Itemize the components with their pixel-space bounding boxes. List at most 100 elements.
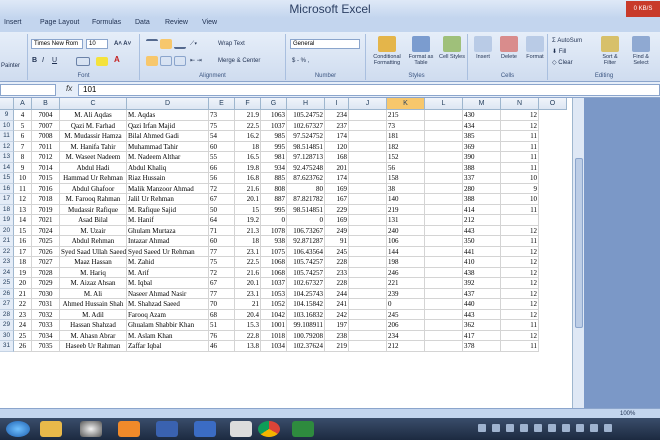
cell-k[interactable]: 234 [387, 330, 425, 341]
column-header-l[interactable]: L [425, 98, 463, 110]
cell-a[interactable]: 24 [14, 320, 32, 331]
column-header-e[interactable]: E [209, 98, 235, 110]
cell-j[interactable] [349, 299, 387, 310]
cell-f[interactable]: 21.3 [235, 225, 261, 236]
cell-a[interactable]: 5 [14, 120, 32, 131]
cell-j[interactable] [349, 194, 387, 205]
cell-b[interactable]: 7025 [32, 236, 60, 247]
cell-n[interactable]: 11 [501, 131, 539, 142]
cell-i[interactable]: 238 [325, 330, 349, 341]
cell-m[interactable]: 437 [463, 288, 501, 299]
cell-j[interactable] [349, 278, 387, 289]
cell-l[interactable] [425, 299, 463, 310]
cell-e[interactable]: 72 [209, 267, 235, 278]
cell-m[interactable]: 441 [463, 246, 501, 257]
cell-d[interactable]: Qazi Irfan Majid [127, 120, 209, 131]
cell-a[interactable]: 9 [14, 162, 32, 173]
cell-n[interactable]: 11 [501, 141, 539, 152]
cell-k[interactable]: 158 [387, 173, 425, 184]
cell-n[interactable]: 12 [501, 225, 539, 236]
cell-d[interactable]: M. Zahid [127, 257, 209, 268]
file-icon[interactable] [230, 421, 252, 437]
row-header[interactable]: 27 [0, 299, 14, 310]
cell-m[interactable]: 390 [463, 152, 501, 163]
cell-g[interactable]: 995 [261, 141, 287, 152]
cell-m[interactable]: 350 [463, 236, 501, 247]
cell-k[interactable]: 144 [387, 246, 425, 257]
cell-d[interactable]: Zaffar Iqbal [127, 341, 209, 352]
cell-k[interactable]: 221 [387, 278, 425, 289]
cell-g[interactable]: 887 [261, 194, 287, 205]
cell-c[interactable]: Hammad Ur Rehman [60, 173, 127, 184]
cell-k[interactable]: 245 [387, 309, 425, 320]
cell-a[interactable]: 22 [14, 299, 32, 310]
column-header-h[interactable]: H [287, 98, 325, 110]
cell-g[interactable]: 0 [261, 215, 287, 226]
document-icon[interactable] [194, 421, 216, 437]
cell-j[interactable] [349, 236, 387, 247]
cell-g[interactable]: 1037 [261, 120, 287, 131]
cell-c[interactable]: Maaz Hassan [60, 257, 127, 268]
align-top-icon[interactable] [146, 39, 158, 49]
accounting-format-icon[interactable]: $ - % , [292, 57, 309, 65]
cell-m[interactable]: 212 [463, 215, 501, 226]
cell-j[interactable] [349, 204, 387, 215]
cell-g[interactable]: 1052 [261, 299, 287, 310]
cell-a[interactable]: 17 [14, 246, 32, 257]
cell-f[interactable]: 20.1 [235, 194, 261, 205]
bold-icon[interactable]: B [32, 57, 37, 65]
cell-f[interactable]: 23.1 [235, 246, 261, 257]
cell-g[interactable]: 1068 [261, 257, 287, 268]
column-header-f[interactable]: F [235, 98, 261, 110]
cell-b[interactable]: 7030 [32, 288, 60, 299]
cell-e[interactable]: 55 [209, 152, 235, 163]
cell-b[interactable]: 7028 [32, 267, 60, 278]
cell-n[interactable]: 10 [501, 173, 539, 184]
font-color-icon[interactable]: A [114, 56, 120, 64]
cell-a[interactable]: 23 [14, 309, 32, 320]
cell-c[interactable]: Abdul Rehman [60, 236, 127, 247]
cell-h[interactable]: 0 [287, 215, 325, 226]
orientation-icon[interactable]: ⟋▾ [190, 40, 197, 48]
cell-d[interactable]: Muhammad Tahir [127, 141, 209, 152]
cell-l[interactable] [425, 215, 463, 226]
cell-n[interactable]: 11 [501, 152, 539, 163]
cell-n[interactable]: 12 [501, 246, 539, 257]
cell-h[interactable]: 103.16832 [287, 309, 325, 320]
cell-f[interactable]: 16.8 [235, 173, 261, 184]
cell-h[interactable]: 106.73267 [287, 225, 325, 236]
cell-j[interactable] [349, 225, 387, 236]
cell-c[interactable]: M. Adil [60, 309, 127, 320]
cell-m[interactable]: 443 [463, 225, 501, 236]
cell-m[interactable]: 337 [463, 173, 501, 184]
cell-j[interactable] [349, 246, 387, 257]
row-header[interactable]: 18 [0, 204, 14, 215]
indent-icon[interactable]: ⇤ ⇥ [190, 57, 202, 65]
cell-f[interactable]: 15 [235, 204, 261, 215]
align-middle-icon[interactable] [160, 39, 172, 49]
cell-i[interactable]: 174 [325, 173, 349, 184]
cell-d[interactable]: M. Shahzad Saeed [127, 299, 209, 310]
media-player-icon[interactable] [80, 421, 102, 437]
tray-icon[interactable] [562, 424, 570, 432]
cell-a[interactable]: 4 [14, 110, 32, 121]
cell-m[interactable]: 388 [463, 194, 501, 205]
cell-h[interactable]: 98.514851 [287, 141, 325, 152]
vertical-scrollbar[interactable] [572, 98, 584, 408]
excel-icon[interactable] [292, 421, 314, 437]
cell-h[interactable]: 98.514851 [287, 204, 325, 215]
cell-c[interactable]: Abdul Hadi [60, 162, 127, 173]
cell-h[interactable]: 105.74257 [287, 257, 325, 268]
cell-a[interactable]: 14 [14, 215, 32, 226]
align-right-icon[interactable] [174, 56, 186, 66]
cell-a[interactable]: 16 [14, 236, 32, 247]
cell-d[interactable]: Ghulam Murtaza [127, 225, 209, 236]
cell-e[interactable]: 60 [209, 141, 235, 152]
cell-b[interactable]: 7012 [32, 152, 60, 163]
column-header-n[interactable]: N [501, 98, 539, 110]
cell-k[interactable]: 215 [387, 110, 425, 121]
column-header-g[interactable]: G [261, 98, 287, 110]
column-header-c[interactable]: C [60, 98, 127, 110]
tray-icon[interactable] [604, 424, 612, 432]
cell-e[interactable]: 73 [209, 110, 235, 121]
